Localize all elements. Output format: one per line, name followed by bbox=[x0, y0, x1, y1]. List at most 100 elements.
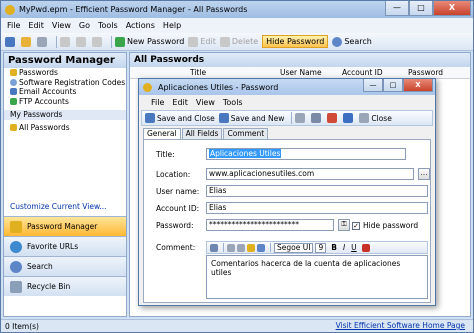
recycle-bin-icon bbox=[10, 280, 22, 293]
print-button[interactable] bbox=[37, 36, 49, 47]
find-icon[interactable] bbox=[257, 243, 265, 252]
dialog-menu-tools[interactable]: Tools bbox=[223, 98, 243, 107]
search-button[interactable]: Search bbox=[332, 36, 372, 47]
menu-view[interactable]: View bbox=[52, 21, 71, 30]
nav-button-recycle-bin[interactable]: Recycle Bin bbox=[4, 276, 126, 296]
hide-password-button[interactable]: Hide Password bbox=[262, 35, 329, 48]
location-field[interactable]: www.aplicacionesutiles.com bbox=[206, 168, 414, 180]
delete-button[interactable]: Delete bbox=[219, 36, 259, 47]
toolbar-separator bbox=[291, 112, 293, 124]
copy-button[interactable] bbox=[295, 113, 307, 123]
maximize-button[interactable]: □ bbox=[409, 1, 433, 16]
font-size-select[interactable]: 9 bbox=[315, 242, 327, 253]
cd-icon bbox=[10, 78, 17, 86]
hide-password-checkbox[interactable]: ✓ Hide password bbox=[352, 221, 418, 230]
open-button[interactable] bbox=[21, 36, 33, 47]
nav-item-email-accounts[interactable]: Email Accounts bbox=[4, 87, 126, 97]
menu-edit[interactable]: Edit bbox=[28, 21, 44, 30]
password-field[interactable]: ************************ bbox=[206, 219, 334, 231]
menu-actions[interactable]: Actions bbox=[126, 21, 155, 30]
menu-go[interactable]: Go bbox=[79, 21, 90, 30]
folder-icon bbox=[21, 36, 31, 47]
italic-button[interactable]: I bbox=[343, 243, 345, 252]
dialog-menu-bar: File Edit View Tools bbox=[139, 96, 435, 108]
dialog-menu-edit[interactable]: Edit bbox=[172, 98, 188, 107]
menu-bar: File Edit View Go Tools Actions Help bbox=[1, 18, 473, 33]
menu-help[interactable]: Help bbox=[163, 21, 181, 30]
nav-button-favorite-urls[interactable]: Favorite URLs bbox=[4, 236, 126, 256]
dialog-title-bar: Aplicaciones Utiles - Password — □ X bbox=[139, 79, 435, 95]
nav-item-all-passwords[interactable]: All Passwords bbox=[4, 123, 126, 133]
dialog-minimize-button[interactable]: — bbox=[363, 79, 383, 92]
delete-label: Delete bbox=[231, 37, 259, 46]
nav-button-label: Recycle Bin bbox=[27, 282, 71, 291]
delete-entry-button[interactable] bbox=[327, 113, 339, 123]
save-and-close-button[interactable]: Save and Close bbox=[145, 113, 215, 123]
nav-header: Password Manager bbox=[4, 53, 126, 68]
account-id-field[interactable]: Elias bbox=[206, 202, 428, 214]
user-name-label: User name: bbox=[156, 187, 200, 196]
tab-comment[interactable]: Comment bbox=[223, 128, 269, 139]
paste-button[interactable] bbox=[92, 36, 104, 47]
dialog-close-button[interactable]: X bbox=[403, 79, 433, 92]
plus-icon bbox=[115, 36, 125, 47]
dialog-close-toolbar-button[interactable]: Close bbox=[359, 113, 392, 123]
nav-button-search[interactable]: Search bbox=[4, 256, 126, 276]
nav-item-software-codes[interactable]: Software Registration Codes bbox=[4, 78, 126, 88]
generate-password-button[interactable]: ⚿ bbox=[338, 219, 350, 231]
account-id-label: Account ID: bbox=[156, 204, 200, 213]
password-dialog: Aplicaciones Utiles - Password — □ X Fil… bbox=[138, 78, 436, 306]
underline-button[interactable]: U bbox=[351, 243, 357, 252]
column-account-id[interactable]: Account ID bbox=[342, 68, 383, 77]
checkbox-box[interactable]: ✓ bbox=[352, 221, 360, 230]
main-toolbar: New Password Edit Delete Hide Password S… bbox=[1, 33, 473, 51]
new-password-button[interactable]: New Password bbox=[115, 36, 184, 47]
copy-icon[interactable] bbox=[237, 243, 245, 252]
window-title: MyPwd.epm - Efficient Password Manager -… bbox=[19, 5, 248, 14]
window-controls: — □ X bbox=[385, 1, 471, 16]
attach-button[interactable] bbox=[311, 113, 323, 123]
nav-item-passwords[interactable]: Passwords bbox=[4, 68, 126, 78]
save-and-new-button[interactable]: Save and New bbox=[218, 113, 284, 123]
search-icon bbox=[10, 260, 22, 273]
user-name-field[interactable]: Elias bbox=[206, 185, 428, 197]
paste-icon[interactable] bbox=[247, 243, 255, 252]
column-user-name[interactable]: User Name bbox=[280, 68, 322, 77]
cut-icon[interactable] bbox=[227, 243, 235, 252]
cut-button[interactable] bbox=[60, 36, 72, 47]
copy-button[interactable] bbox=[76, 36, 88, 47]
password-generator-icon bbox=[343, 113, 354, 123]
menu-file[interactable]: File bbox=[7, 21, 20, 30]
toolbar-separator bbox=[56, 35, 57, 48]
comment-textarea[interactable]: Comentarios hacerca de la cuenta de apli… bbox=[206, 255, 428, 299]
nav-item-label: FTP Accounts bbox=[19, 96, 69, 106]
printer-icon bbox=[37, 36, 47, 47]
customize-view-link[interactable]: Customize Current View... bbox=[10, 202, 107, 211]
dialog-menu-view[interactable]: View bbox=[196, 98, 215, 107]
title-label: Title: bbox=[156, 150, 175, 159]
column-password[interactable]: Password bbox=[408, 68, 443, 77]
bold-button[interactable]: B bbox=[331, 243, 337, 252]
minimize-button[interactable]: — bbox=[385, 1, 409, 16]
close-button[interactable]: X bbox=[433, 1, 471, 16]
comment-label: Comment: bbox=[156, 243, 196, 252]
open-location-button[interactable]: … bbox=[418, 168, 430, 180]
home-page-link[interactable]: Visit Efficient Software Home Page bbox=[336, 321, 465, 330]
edit-button[interactable]: Edit bbox=[188, 36, 216, 47]
dialog-menu-file[interactable]: File bbox=[151, 98, 164, 107]
column-title[interactable]: Title bbox=[190, 68, 206, 77]
save-button[interactable] bbox=[5, 36, 17, 47]
font-color-icon[interactable] bbox=[361, 243, 370, 252]
font-family-select[interactable]: Segoe UI bbox=[274, 242, 314, 253]
title-value: Aplicaciones Utiles bbox=[209, 149, 282, 158]
nav-item-label: Passwords bbox=[19, 68, 58, 78]
nav-button-password-manager[interactable]: Password Manager bbox=[4, 216, 126, 236]
menu-tools[interactable]: Tools bbox=[98, 21, 118, 30]
title-field[interactable]: Aplicaciones Utiles bbox=[206, 148, 406, 160]
undo-icon[interactable] bbox=[210, 243, 218, 252]
tab-all-fields[interactable]: All Fields bbox=[181, 128, 223, 139]
generate-password-button[interactable] bbox=[343, 113, 355, 123]
dialog-maximize-button[interactable]: □ bbox=[383, 79, 403, 92]
title-bar: MyPwd.epm - Efficient Password Manager -… bbox=[1, 1, 473, 18]
nav-item-ftp-accounts[interactable]: FTP Accounts bbox=[4, 97, 126, 107]
